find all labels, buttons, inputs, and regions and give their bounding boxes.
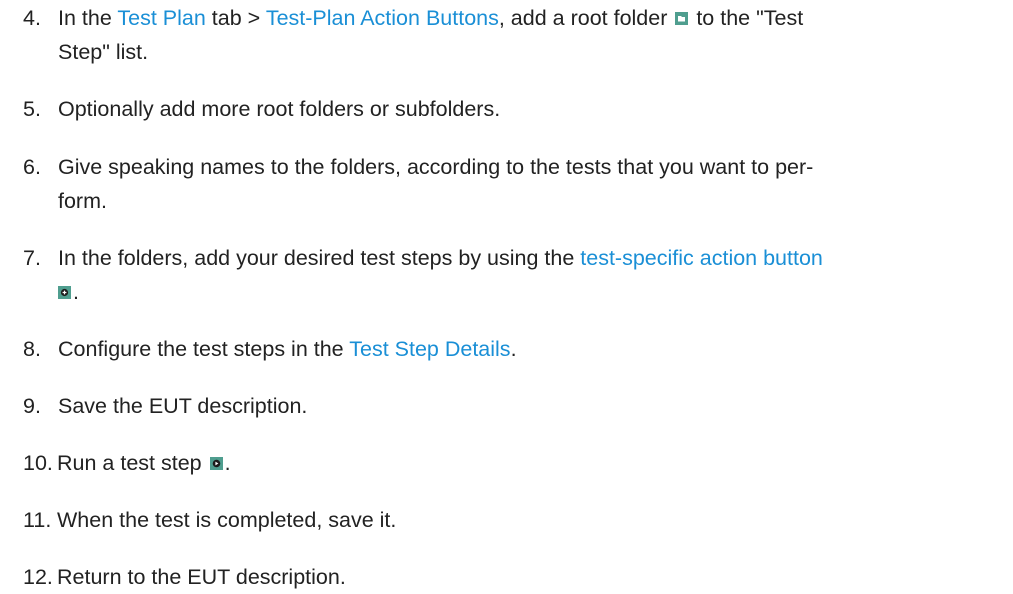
step-6: 6. Give speaking names to the folders, a… bbox=[23, 150, 1003, 218]
root-folder-icon bbox=[675, 12, 689, 25]
step-text: Configure the test steps in the Test Ste… bbox=[58, 337, 517, 361]
run-test-step-icon bbox=[209, 457, 223, 470]
step-text: When the test is completed, save it. bbox=[57, 508, 397, 532]
step-9: 9. Save the EUT description. bbox=[23, 389, 1003, 423]
step-text: Optionally add more root folders or subf… bbox=[58, 97, 501, 121]
step-number: 9. bbox=[23, 394, 41, 418]
step-text: Run a test step . bbox=[57, 451, 231, 475]
step-number: 12. bbox=[23, 565, 53, 589]
step-text: In the folders, add your desired test st… bbox=[58, 246, 823, 304]
procedure-steps: 4. In the Test Plan tab > Test-Plan Acti… bbox=[0, 0, 1013, 589]
step-number: 5. bbox=[23, 97, 41, 121]
test-plan-link[interactable]: Test Plan bbox=[117, 6, 205, 30]
test-specific-action-button-link[interactable]: test-specific action button bbox=[580, 246, 823, 270]
step-text: Give speaking names to the folders, acco… bbox=[58, 155, 814, 213]
step-8: 8. Configure the test steps in the Test … bbox=[23, 332, 1003, 366]
test-plan-action-buttons-link[interactable]: Test-Plan Action Buttons bbox=[266, 6, 499, 30]
step-11: 11. When the test is completed, save it. bbox=[23, 503, 1003, 537]
step-7: 7. In the folders, add your desired test… bbox=[23, 241, 1003, 309]
step-text: Save the EUT description. bbox=[58, 394, 308, 418]
step-number: 7. bbox=[23, 246, 41, 270]
step-number: 4. bbox=[23, 6, 41, 30]
step-12: 12. Return to the EUT description. bbox=[23, 560, 1003, 594]
test-step-details-link[interactable]: Test Step Details bbox=[349, 337, 510, 361]
step-number: 10. bbox=[23, 451, 53, 475]
step-4: 4. In the Test Plan tab > Test-Plan Acti… bbox=[23, 1, 1003, 69]
step-10: 10. Run a test step . bbox=[23, 446, 1003, 480]
step-text: Return to the EUT description. bbox=[57, 565, 346, 589]
add-test-step-icon bbox=[58, 286, 71, 299]
step-5: 5. Optionally add more root folders or s… bbox=[23, 92, 1003, 126]
step-text: In the Test Plan tab > Test-Plan Action … bbox=[58, 6, 804, 64]
step-number: 11. bbox=[23, 508, 52, 532]
step-number: 8. bbox=[23, 337, 41, 361]
step-number: 6. bbox=[23, 155, 41, 179]
